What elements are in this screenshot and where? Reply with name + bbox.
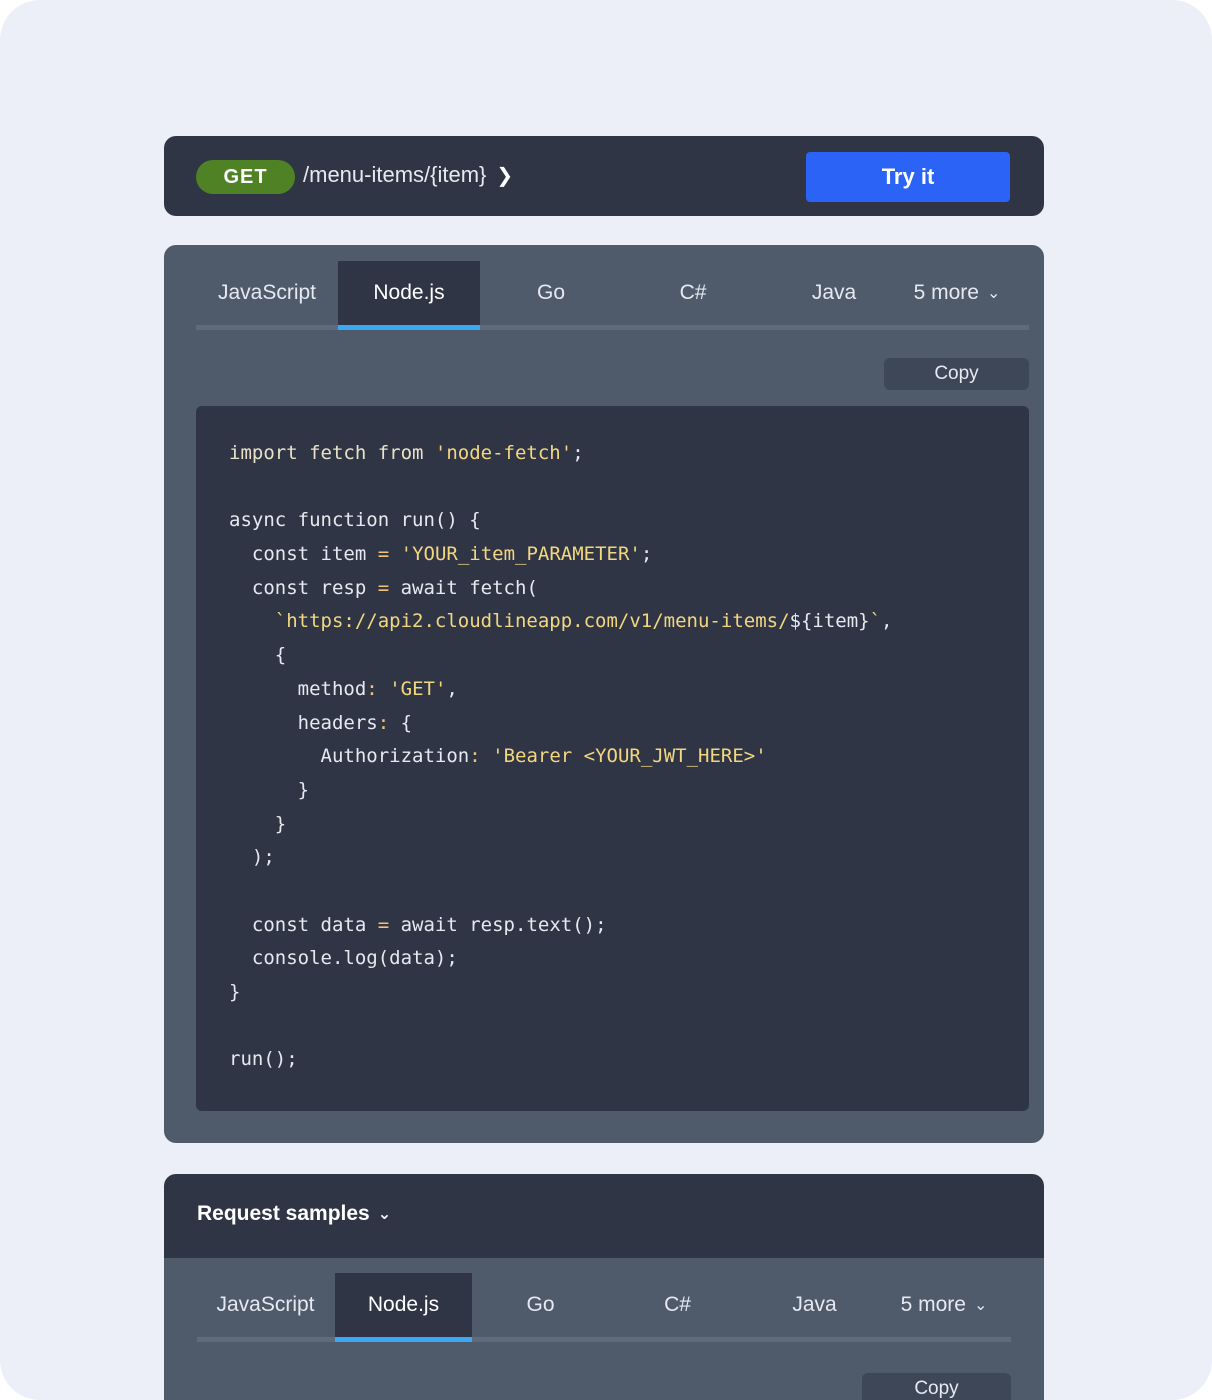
request-samples-panel: JavaScript Node.js Go C# Java 5 more ⌄ C… xyxy=(164,1258,1044,1400)
tab-javascript[interactable]: JavaScript xyxy=(196,261,338,325)
tab-nodejs[interactable]: Node.js xyxy=(338,261,480,330)
code-token: , xyxy=(881,610,893,633)
code-line: run(); xyxy=(229,1048,298,1071)
language-tabs: JavaScript Node.js Go C# Java 5 more ⌄ xyxy=(197,1273,1011,1342)
code-token: , xyxy=(446,677,458,700)
tab-csharp[interactable]: C# xyxy=(622,261,764,325)
code-string: 'Bearer <YOUR_JWT_HERE>' xyxy=(492,745,767,768)
copy-button[interactable]: Copy xyxy=(884,358,1029,390)
code-operator: = xyxy=(377,543,390,566)
page: GET /menu-items/{item} ❯ Try it JavaScri… xyxy=(0,0,1212,1400)
code-token: ${item} xyxy=(789,610,870,633)
code-token: const item xyxy=(229,543,378,566)
code-operator: : xyxy=(366,677,378,700)
code-token: ; xyxy=(572,442,584,464)
tab-java[interactable]: Java xyxy=(746,1273,883,1337)
code-line: const item = 'YOUR_item_PARAMETER'; xyxy=(229,538,1029,572)
copy-button[interactable]: Copy xyxy=(862,1373,1011,1400)
tab-javascript[interactable]: JavaScript xyxy=(197,1273,334,1337)
endpoint-path-text: /menu-items/{item} xyxy=(303,162,487,187)
code-operator: = xyxy=(377,913,390,936)
code-token: Authorization xyxy=(229,745,470,768)
chevron-right-icon: ❯ xyxy=(496,164,514,187)
code-token: headers xyxy=(229,711,378,734)
code-string: 'GET' xyxy=(389,677,447,700)
code-token: const resp xyxy=(229,576,378,599)
code-line: method: 'GET', xyxy=(229,673,1029,707)
code-line: { xyxy=(229,644,287,667)
code-operator: : xyxy=(377,711,390,734)
code-token: import fetch from xyxy=(229,442,435,464)
tab-java[interactable]: Java xyxy=(763,261,905,325)
code-line: const data = await resp.text(); xyxy=(229,909,1029,943)
code-sample-panel: JavaScript Node.js Go C# Java 5 more ⌄ C… xyxy=(164,245,1044,1143)
tab-more-label: 5 more xyxy=(900,1293,966,1316)
tab-go[interactable]: Go xyxy=(480,261,622,325)
request-samples-label: Request samples xyxy=(197,1202,370,1225)
code-token: method xyxy=(229,677,367,700)
tab-more-label: 5 more xyxy=(913,281,979,304)
code-token: const data xyxy=(229,913,378,936)
code-line: } xyxy=(229,812,287,835)
code-string: `https://api2.cloudlineapp.com/v1/menu-i… xyxy=(229,610,790,633)
chevron-down-icon: ⌄ xyxy=(986,285,1001,302)
language-tabs: JavaScript Node.js Go C# Java 5 more ⌄ xyxy=(196,261,1029,330)
code-token: await fetch( xyxy=(389,576,538,599)
chevron-down-icon: ⌄ xyxy=(973,1297,988,1314)
code-line: `https://api2.cloudlineapp.com/v1/menu-i… xyxy=(229,605,1029,639)
code-line: ); xyxy=(229,846,275,869)
code-string: 'YOUR_item_PARAMETER' xyxy=(400,543,641,566)
code-token: await resp.text(); xyxy=(389,913,607,936)
tab-more[interactable]: 5 more ⌄ xyxy=(886,261,1028,325)
request-samples-title[interactable]: Request samples ⌄ xyxy=(197,1202,391,1226)
endpoint-bar: GET /menu-items/{item} ❯ Try it xyxy=(164,136,1044,216)
code-line: const resp = await fetch( xyxy=(229,572,1029,606)
code-line: console.log(data); xyxy=(229,947,458,970)
code-token: { xyxy=(389,711,413,734)
endpoint-path[interactable]: /menu-items/{item} ❯ xyxy=(303,162,513,188)
code-line: headers: { xyxy=(229,707,1029,741)
code-line: Authorization: 'Bearer <YOUR_JWT_HERE>' xyxy=(229,740,1029,774)
code-block: import fetch from 'node-fetch'; async fu… xyxy=(196,406,1029,1111)
code-string: 'node-fetch' xyxy=(434,442,573,464)
code-line: async function run() { xyxy=(229,509,481,532)
tab-more[interactable]: 5 more ⌄ xyxy=(877,1273,1011,1337)
code-string: ` xyxy=(869,610,882,633)
tab-nodejs[interactable]: Node.js xyxy=(335,1273,472,1342)
code-line: } xyxy=(229,981,241,1003)
code-line: } xyxy=(229,778,310,801)
tab-csharp[interactable]: C# xyxy=(609,1273,746,1337)
method-badge: GET xyxy=(196,160,295,194)
code-operator: : xyxy=(469,745,481,768)
request-samples-header[interactable]: Request samples ⌄ xyxy=(164,1174,1044,1258)
code-token: ; xyxy=(640,543,653,566)
code-operator: = xyxy=(377,576,390,599)
chevron-down-icon: ⌄ xyxy=(377,1206,392,1223)
try-it-button[interactable]: Try it xyxy=(806,152,1010,202)
tab-go[interactable]: Go xyxy=(472,1273,609,1337)
code-line: import fetch from 'node-fetch'; xyxy=(229,437,1029,471)
